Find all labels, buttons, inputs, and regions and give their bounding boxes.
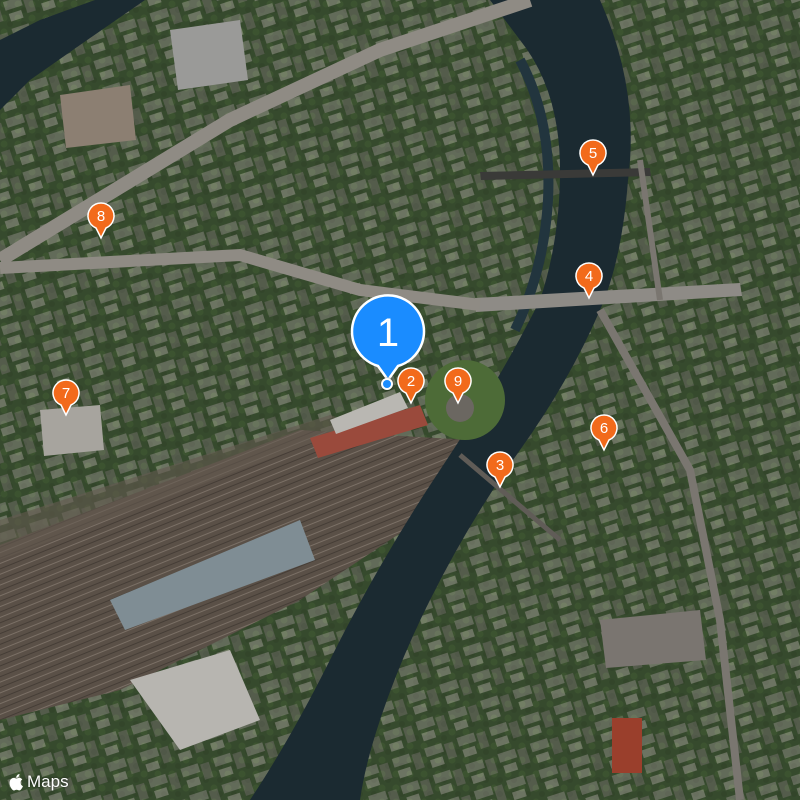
map-marker[interactable]: 3 (486, 451, 514, 489)
map-marker[interactable]: 6 (590, 414, 618, 452)
map-marker[interactable]: 4 (575, 262, 603, 300)
marker-label: 3 (495, 457, 505, 474)
map-marker[interactable]: 8 (87, 202, 115, 240)
marker-label: 1 (376, 311, 400, 355)
maps-attribution[interactable]: Maps (9, 772, 69, 792)
marker-label: 5 (588, 145, 598, 162)
marker-label: 4 (584, 268, 594, 285)
marker-label: 6 (599, 420, 609, 437)
apple-logo-icon (9, 774, 23, 791)
map-view[interactable]: 2 3 4 5 6 7 8 9 1 Maps (0, 0, 800, 800)
map-marker[interactable]: 5 (579, 139, 607, 177)
attribution-text: Maps (27, 772, 69, 791)
current-location-dot (381, 378, 393, 390)
marker-label: 9 (453, 373, 463, 390)
selected-map-marker[interactable]: 1 (350, 294, 426, 383)
map-marker[interactable]: 7 (52, 379, 80, 417)
marker-label: 7 (61, 385, 71, 402)
map-marker[interactable]: 9 (444, 367, 472, 405)
marker-label: 8 (96, 208, 106, 225)
